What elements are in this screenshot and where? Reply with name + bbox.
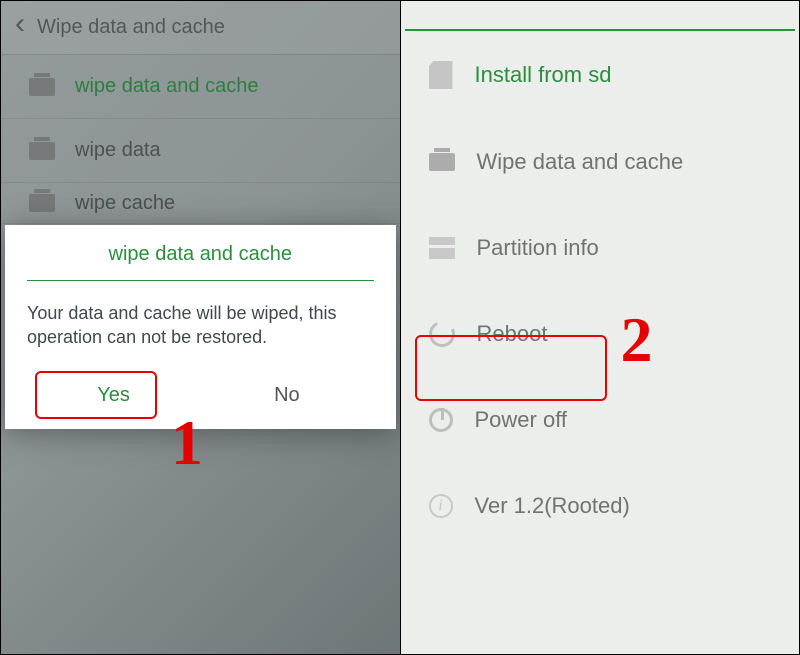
reboot-icon bbox=[425, 317, 458, 350]
info-icon: i bbox=[429, 494, 453, 518]
menu-item-version: i Ver 1.2(Rooted) bbox=[401, 463, 800, 549]
menu-item-reboot[interactable]: Reboot bbox=[401, 291, 800, 377]
menu-item-power-off[interactable]: Power off bbox=[401, 377, 800, 463]
dialog-title: wipe data and cache bbox=[27, 243, 374, 281]
top-divider bbox=[405, 1, 796, 31]
wipe-icon bbox=[429, 153, 455, 171]
menu-item-label: Ver 1.2(Rooted) bbox=[475, 493, 630, 519]
dialog-actions: Yes No bbox=[27, 374, 374, 415]
menu-item-label: Install from sd bbox=[475, 62, 612, 88]
sd-icon bbox=[429, 61, 453, 89]
partition-icon bbox=[429, 237, 455, 259]
confirm-dialog: wipe data and cache Your data and cache … bbox=[5, 225, 396, 429]
menu-item-label: Partition info bbox=[477, 235, 599, 261]
menu-item-label: Wipe data and cache bbox=[477, 149, 684, 175]
yes-button[interactable]: Yes bbox=[27, 374, 200, 415]
menu-item-wipe[interactable]: Wipe data and cache bbox=[401, 119, 800, 205]
menu-item-partition[interactable]: Partition info bbox=[401, 205, 800, 291]
power-icon bbox=[429, 408, 453, 432]
menu-item-label: Power off bbox=[475, 407, 568, 433]
menu-item-install-sd[interactable]: Install from sd bbox=[401, 31, 800, 119]
right-panel: Install from sd Wipe data and cache Part… bbox=[401, 1, 800, 654]
left-panel: Wipe data and cache wipe data and cache … bbox=[1, 1, 401, 654]
dialog-body: Your data and cache will be wiped, this … bbox=[27, 281, 374, 374]
menu-item-label: Reboot bbox=[477, 321, 548, 347]
no-button[interactable]: No bbox=[200, 374, 373, 415]
